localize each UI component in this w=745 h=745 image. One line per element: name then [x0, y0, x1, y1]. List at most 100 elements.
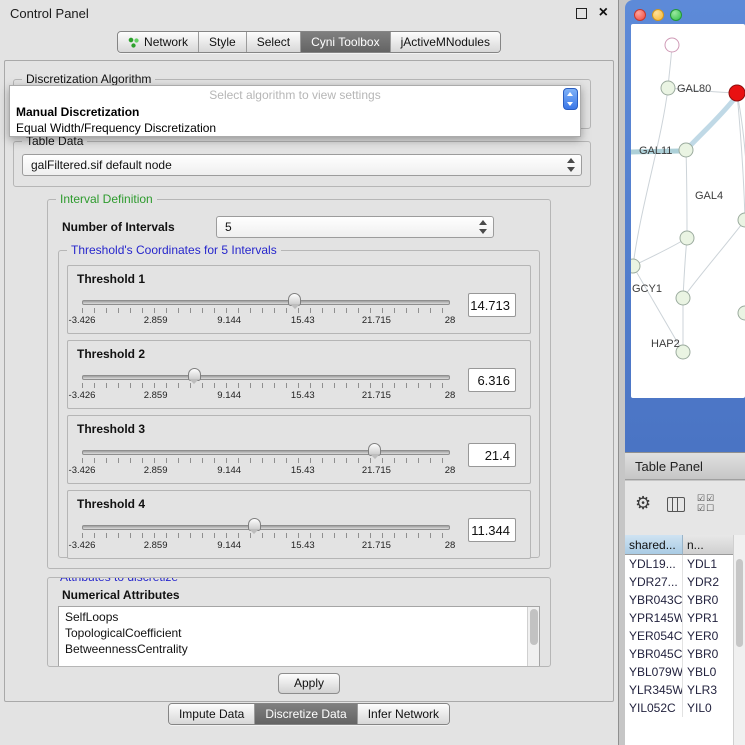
slider-track[interactable] [82, 300, 450, 305]
slider-track[interactable] [82, 525, 450, 530]
slider-thumb[interactable] [188, 368, 201, 381]
tab-discretize-data[interactable]: Discretize Data [254, 704, 356, 724]
scrollbar-thumb[interactable] [530, 609, 538, 645]
group-title: Attributes to discretize [56, 577, 182, 584]
apply-button[interactable]: Apply [278, 673, 340, 694]
scale-label: 15.43 [291, 390, 315, 401]
table-row[interactable]: YBR043CYBR0 [625, 591, 745, 609]
table-row[interactable]: YDR27...YDR2 [625, 573, 745, 591]
tab-select[interactable]: Select [246, 32, 300, 52]
threshold-value-field[interactable]: 6.316 [468, 368, 516, 392]
attribute-item[interactable]: SelfLoops [59, 609, 539, 625]
algorithm-combobox[interactable]: Select algorithm to view settings [10, 86, 580, 104]
stepper-icon[interactable] [567, 158, 576, 172]
threshold-panel: Threshold 2 -3.4262.8599.14415.4321.7152… [67, 340, 531, 409]
threshold-label: Threshold 3 [68, 416, 530, 436]
threshold-label: Threshold 4 [68, 491, 530, 511]
column-header[interactable]: shared... [625, 535, 683, 555]
network-node[interactable] [679, 143, 693, 157]
tab-infer-network[interactable]: Infer Network [357, 704, 449, 724]
tab-style[interactable]: Style [198, 32, 246, 52]
cyni-toolbox-content: Discretization Algorithm Select algorith… [4, 60, 614, 702]
threshold-panel: Threshold 4 -3.4262.8599.14415.4321.7152… [67, 490, 531, 559]
attribute-item[interactable]: BetweennessCentrality [59, 641, 539, 657]
control-panel: Control Panel × NetworkStyleSelectCyni T… [0, 0, 619, 745]
float-window-icon[interactable] [576, 8, 587, 19]
attributes-listbox[interactable]: SelfLoopsTopologicalCoefficientBetweenne… [58, 606, 540, 667]
table-row[interactable]: YIL052CYIL0 [625, 699, 745, 717]
table-row[interactable]: YBR045CYBR0 [625, 645, 745, 663]
threshold-value-field[interactable]: 11.344 [468, 518, 516, 542]
scale-label: 2.859 [144, 390, 168, 401]
table-row[interactable]: YPR145WYPR1 [625, 609, 745, 627]
network-node[interactable] [631, 259, 640, 273]
tab-jactivemnodules[interactable]: jActiveMNodules [390, 32, 500, 52]
highlighted-node[interactable] [729, 85, 745, 101]
minimize-window-icon[interactable] [652, 9, 664, 21]
control-panel-titlebar: Control Panel × [0, 0, 618, 26]
threshold-slider[interactable]: -3.4262.8599.14415.4321.71528 [78, 441, 454, 481]
scale-label: -3.426 [69, 540, 96, 551]
zoom-window-icon[interactable] [670, 9, 682, 21]
tab-label: Discretize Data [265, 707, 346, 721]
network-node[interactable] [680, 231, 694, 245]
table-row[interactable]: YDL19...YDL1 [625, 555, 745, 573]
algorithm-option[interactable]: Equal Width/Frequency Discretization [10, 120, 580, 136]
network-node[interactable] [665, 38, 679, 52]
scale-label: 9.144 [217, 465, 241, 476]
scale-label: -3.426 [69, 315, 96, 326]
attributes-scrollbar[interactable] [527, 607, 539, 667]
threshold-label: Threshold 1 [68, 266, 530, 286]
table-cell: YBL079W [625, 663, 683, 681]
select-columns-icons[interactable]: ☑☑ ☑☐ [697, 493, 715, 513]
slider-track[interactable] [82, 450, 450, 455]
table-row[interactable]: YLR345WYLR3 [625, 681, 745, 699]
slider-ticks [82, 308, 450, 313]
table-row[interactable]: YBL079WYBL0 [625, 663, 745, 681]
slider-track[interactable] [82, 375, 450, 380]
stepper-icon[interactable] [479, 220, 488, 234]
checkbox-row-icon: ☑☐ [697, 503, 715, 513]
table-header-row: shared... n... [625, 535, 745, 555]
threshold-slider[interactable]: -3.4262.8599.14415.4321.71528 [78, 516, 454, 556]
table-data-combobox[interactable]: galFiltered.sif default node [22, 154, 582, 176]
table-row[interactable]: YER054CYER0 [625, 627, 745, 645]
algorithm-dropdown-popup: Select algorithm to view settings Manual… [9, 85, 581, 137]
table-panel: ⚙ ☑☑ ☑☐ shared... n... YDL19...YDL1YDR27… [625, 481, 745, 745]
slider-scale: -3.4262.8599.14415.4321.71528 [82, 465, 450, 477]
attribute-item[interactable]: TopologicalCoefficient [59, 625, 539, 641]
slider-thumb[interactable] [248, 518, 261, 531]
network-canvas[interactable]: GAL80GAL11GAL4GCY1HAP2 [631, 24, 745, 398]
columns-icon[interactable] [667, 497, 685, 512]
table-scrollbar[interactable] [733, 535, 745, 745]
network-node[interactable] [676, 291, 690, 305]
slider-thumb[interactable] [288, 293, 301, 306]
algorithm-option[interactable]: Manual Discretization [10, 104, 580, 120]
slider-thumb[interactable] [368, 443, 381, 456]
tab-impute-data[interactable]: Impute Data [169, 704, 254, 724]
network-node[interactable] [661, 81, 675, 95]
table-cell: YER0 [683, 627, 734, 645]
node-label: GAL80 [677, 83, 711, 95]
close-icon[interactable]: × [599, 6, 608, 20]
tab-label: jActiveMNodules [401, 35, 490, 49]
threshold-slider[interactable]: -3.4262.8599.14415.4321.71528 [78, 291, 454, 331]
close-window-icon[interactable] [634, 9, 646, 21]
combobox-stepper-icon[interactable] [563, 88, 578, 110]
scrollbar-thumb[interactable] [736, 559, 743, 647]
slider-ticks [82, 533, 450, 538]
network-node[interactable] [738, 306, 745, 320]
gear-icon[interactable]: ⚙ [635, 493, 651, 514]
number-of-intervals-combobox[interactable]: 5 [216, 216, 494, 238]
network-node[interactable] [738, 213, 745, 227]
scale-label: 15.43 [291, 315, 315, 326]
threshold-value-field[interactable]: 14.713 [468, 293, 516, 317]
column-header[interactable]: n... [683, 535, 734, 555]
threshold-value-field[interactable]: 21.4 [468, 443, 516, 467]
scale-label: 28 [445, 315, 456, 326]
tab-cyni-toolbox[interactable]: Cyni Toolbox [300, 32, 389, 52]
table-cell: YPR145W [625, 609, 683, 627]
tab-network[interactable]: Network [118, 32, 198, 52]
node-label: HAP2 [651, 338, 680, 350]
threshold-slider[interactable]: -3.4262.8599.14415.4321.71528 [78, 366, 454, 406]
